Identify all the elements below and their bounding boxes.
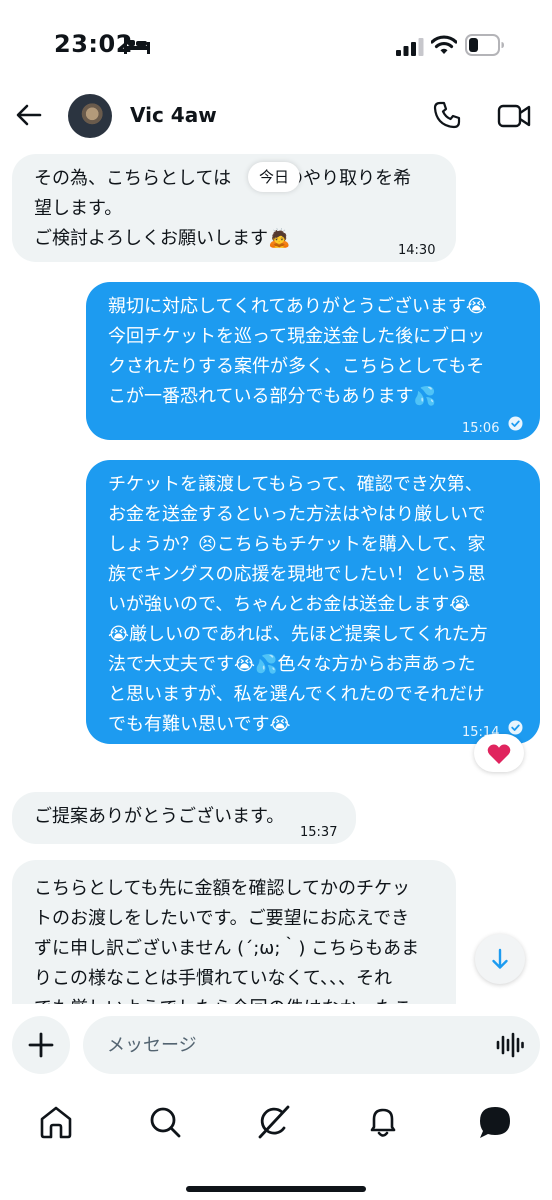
signal-icon xyxy=(396,38,424,56)
video-call-button[interactable] xyxy=(497,102,531,130)
video-camera-icon xyxy=(497,104,531,128)
call-button[interactable] xyxy=(432,100,462,130)
tab-home[interactable] xyxy=(36,1102,76,1142)
plus-icon xyxy=(28,1032,54,1058)
scroll-to-bottom-button[interactable] xyxy=(475,934,525,984)
contact-name[interactable]: Vic 4aw xyxy=(130,103,217,127)
tab-notifications[interactable] xyxy=(363,1102,403,1142)
message-time: 15:06 xyxy=(462,421,500,436)
heart-icon xyxy=(487,743,511,764)
tab-search[interactable] xyxy=(145,1102,185,1142)
avatar[interactable] xyxy=(68,94,112,138)
message-bubble-incoming[interactable]: その為、こちらとしては のやり取りを希 望します。 ご検討よろしくお願いします🙇… xyxy=(12,154,456,262)
read-check-icon xyxy=(508,416,523,431)
arrow-down-icon xyxy=(492,948,508,969)
phone-icon xyxy=(433,101,461,129)
message-bubble-outgoing[interactable]: 親切に対応してくれてありがとうございます😭 今回チケットを巡って現金送金した後に… xyxy=(86,282,540,440)
battery-icon xyxy=(465,34,504,56)
tab-bar xyxy=(0,1088,552,1200)
date-chip: 今日 xyxy=(248,162,301,192)
wifi-icon xyxy=(431,35,457,54)
message-bubble-incoming[interactable]: ご提案ありがとうございます。 15:37 xyxy=(12,792,356,844)
message-bubble-incoming[interactable]: こちらとしても先に金額を確認してかのチケッ トのお渡しをしたいです。ご要望にお応… xyxy=(12,860,456,1004)
status-time: 23:02 xyxy=(54,30,133,58)
grok-icon xyxy=(258,1105,290,1139)
home-icon xyxy=(40,1106,72,1139)
bed-icon xyxy=(124,36,150,54)
add-attachment-button[interactable] xyxy=(12,1016,70,1074)
chat-bubble-icon xyxy=(480,1107,510,1138)
message-text: ご提案ありがとうございます。 xyxy=(34,806,285,827)
search-icon xyxy=(150,1107,181,1138)
message-text: その為、こちらとしては のやり取りを希 望します。 ご検討よろしくお願いします🙇 xyxy=(34,168,412,249)
voice-message-button[interactable] xyxy=(496,1032,524,1058)
message-time: 14:30 xyxy=(398,243,436,258)
bell-icon xyxy=(370,1108,396,1137)
tab-grok[interactable] xyxy=(254,1102,294,1142)
message-input[interactable] xyxy=(83,1016,540,1074)
message-text: チケットを譲渡してもらって、確認でき次第、 お金を送金するといった方法はやはり厳… xyxy=(108,474,488,735)
heart-reaction[interactable] xyxy=(474,734,524,772)
message-bubble-outgoing[interactable]: チケットを譲渡してもらって、確認でき次第、 お金を送金するといった方法はやはり厳… xyxy=(86,460,540,744)
read-check-icon xyxy=(508,720,523,735)
home-indicator xyxy=(186,1186,366,1192)
message-time: 15:37 xyxy=(300,825,338,840)
message-list[interactable]: その為、こちらとしては のやり取りを希 望します。 ご検討よろしくお願いします🙇… xyxy=(0,148,552,1004)
back-button[interactable] xyxy=(12,98,46,132)
conversation-header: Vic 4aw xyxy=(0,84,552,148)
composer xyxy=(0,1004,552,1088)
tab-messages[interactable] xyxy=(475,1102,515,1142)
message-text: 親切に対応してくれてありがとうございます😭 今回チケットを巡って現金送金した後に… xyxy=(108,296,487,407)
back-arrow-icon xyxy=(16,104,42,126)
status-bar: 23:02 xyxy=(0,0,552,84)
waveform-icon xyxy=(496,1032,524,1058)
message-text: こちらとしても先に金額を確認してかのチケッ トのお渡しをしたいです。ご要望にお応… xyxy=(34,878,420,1004)
